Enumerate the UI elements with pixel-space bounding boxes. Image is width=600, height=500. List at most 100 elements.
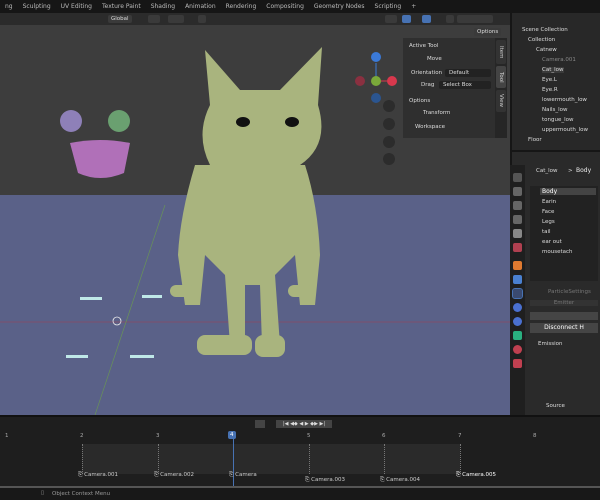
visibility-icon[interactable] [385, 15, 397, 23]
eye-left [60, 110, 82, 132]
outliner-item[interactable]: Nails_low [542, 107, 568, 113]
tab-layout[interactable]: ng [0, 3, 18, 10]
sidebar-tabs: Item Tool View [495, 38, 507, 138]
tab-texture-paint[interactable]: Texture Paint [97, 3, 146, 10]
list-item[interactable]: tail [542, 229, 551, 235]
options-header[interactable]: Options [409, 98, 430, 104]
transform-subpanel[interactable]: Transform [423, 110, 450, 116]
outliner-item[interactable]: Eye.R [542, 87, 558, 93]
outliner-item[interactable]: uppermouth_low [542, 127, 588, 133]
current-frame-indicator[interactable]: 4 [228, 431, 236, 439]
tab-animation[interactable]: Animation [180, 3, 221, 10]
emission-panel-header[interactable]: Emission [538, 341, 562, 347]
list-item[interactable]: Face [542, 209, 554, 215]
tab-item[interactable]: Item [496, 40, 506, 64]
pivot-icon[interactable] [148, 15, 160, 23]
record-button[interactable] [255, 420, 265, 428]
sidebar-n-panel: Active Tool Move Orientation Default Dra… [403, 38, 495, 138]
list-item[interactable]: Body [540, 188, 596, 195]
workspace-subpanel[interactable]: Workspace [415, 124, 445, 130]
physics-tab-icon[interactable] [513, 303, 522, 312]
marker-label: Camera.003 [311, 477, 345, 483]
marker-camera-005[interactable]: ⎘ Camera.005 [456, 472, 496, 479]
tab-shading[interactable]: Shading [146, 3, 180, 10]
orientation-select[interactable]: Default [445, 69, 491, 77]
outliner-scene-collection[interactable]: Scene Collection [522, 27, 568, 33]
tab-uv-editing[interactable]: UV Editing [56, 3, 97, 10]
playhead[interactable] [233, 439, 234, 490]
list-item[interactable]: ear out [542, 239, 562, 245]
particles-tab-icon[interactable] [512, 288, 523, 299]
tool-tab-icon[interactable] [513, 173, 522, 182]
material-tab-icon[interactable] [513, 345, 522, 354]
marker-camera[interactable]: ⎘ Camera [229, 472, 257, 479]
playback-controls[interactable]: |◀ ◀◆ ◀ ▶ ◆▶ ▶| [276, 420, 332, 428]
scene-tab-icon[interactable] [513, 229, 522, 238]
outliner-item[interactable]: Collection [528, 37, 555, 43]
tab-geometry-nodes[interactable]: Geometry Nodes [309, 3, 370, 10]
disconnect-hair-button[interactable]: Disconnect H [530, 323, 598, 333]
blank-button[interactable] [530, 312, 598, 320]
properties-data-name: Body [576, 167, 592, 174]
marker-camera-002[interactable]: ⎘ Camera.002 [154, 472, 194, 479]
object-tab-icon[interactable] [513, 261, 522, 270]
frame-label: 8 [533, 433, 537, 439]
navigation-gizmo [355, 52, 397, 165]
marker-label: Camera.005 [462, 472, 496, 478]
view-layer-tab-icon[interactable] [513, 215, 522, 224]
type-field[interactable]: Emitter [530, 300, 598, 306]
tab-tool[interactable]: Tool [496, 66, 506, 88]
outliner-item[interactable]: Eye.L [542, 77, 557, 83]
shading-modes[interactable] [457, 15, 493, 23]
frame-label: 2 [80, 433, 84, 439]
marker-camera-004[interactable]: ⎘ Camera.004 [380, 477, 420, 484]
options-dropdown[interactable]: Options [474, 28, 502, 36]
outliner-item[interactable]: lowermouth_low [542, 97, 587, 103]
snap-icon[interactable] [168, 15, 184, 23]
timeline[interactable]: |◀ ◀◆ ◀ ▶ ◆▶ ▶| 1 2 3 4 5 6 7 8 ⎘ Camera… [0, 415, 600, 490]
xray-icon[interactable] [446, 15, 454, 23]
frame-label: 3 [156, 433, 160, 439]
overlay-toggle-icon[interactable] [422, 15, 431, 23]
proportional-edit-icon[interactable] [198, 15, 206, 23]
breadcrumb-separator: > [568, 168, 573, 174]
world-tab-icon[interactable] [513, 243, 522, 252]
frame-label: 5 [307, 433, 311, 439]
output-tab-icon[interactable] [513, 201, 522, 210]
properties-object-name: Cat_low [536, 168, 558, 174]
marker-label: Camera [235, 472, 257, 478]
marker-camera-003[interactable]: ⎘ Camera.003 [305, 477, 345, 484]
source-subpanel[interactable]: Source [546, 403, 565, 409]
modifier-tab-icon[interactable] [513, 275, 522, 284]
render-tab-icon[interactable] [513, 187, 522, 196]
outliner-item[interactable]: Cat_low [542, 67, 564, 73]
tab-scripting[interactable]: Scripting [370, 3, 407, 10]
marker-camera-001[interactable]: ⎘ Camera.001 [78, 472, 118, 479]
data-tab-icon[interactable] [513, 331, 522, 340]
constraints-tab-icon[interactable] [513, 317, 522, 326]
orientation-label: Orientation [411, 70, 443, 76]
properties-tabs [510, 165, 525, 415]
outliner-item[interactable]: Catnew [536, 47, 557, 53]
active-tool-header[interactable]: Active Tool [409, 43, 438, 49]
add-workspace-button[interactable]: + [406, 3, 421, 10]
tab-rendering[interactable]: Rendering [221, 3, 262, 10]
gizmo-toggle-icon[interactable] [402, 15, 411, 23]
drag-select[interactable]: Select Box [439, 81, 491, 89]
list-item[interactable]: Earin [542, 199, 556, 205]
texture-tab-icon[interactable] [513, 359, 522, 368]
orientation-dropdown[interactable]: Global [108, 15, 132, 23]
list-item[interactable]: Legs [542, 219, 555, 225]
particle-settings-field[interactable]: ParticleSettings [548, 289, 591, 295]
outliner-item[interactable]: Camera.001 [542, 57, 576, 63]
tab-view[interactable]: View [496, 90, 506, 112]
move-tool-label: Move [427, 56, 442, 62]
outliner-item[interactable]: Floor [528, 137, 542, 143]
marker-label: Camera.004 [386, 477, 420, 483]
outliner-item[interactable]: tongue_low [542, 117, 574, 123]
list-item[interactable]: mousetach [542, 249, 573, 255]
tab-sculpting[interactable]: Sculpting [18, 3, 56, 10]
drag-label: Drag [421, 82, 435, 88]
workspace-tabs: ng Sculpting UV Editing Texture Paint Sh… [0, 0, 600, 13]
tab-compositing[interactable]: Compositing [261, 3, 309, 10]
